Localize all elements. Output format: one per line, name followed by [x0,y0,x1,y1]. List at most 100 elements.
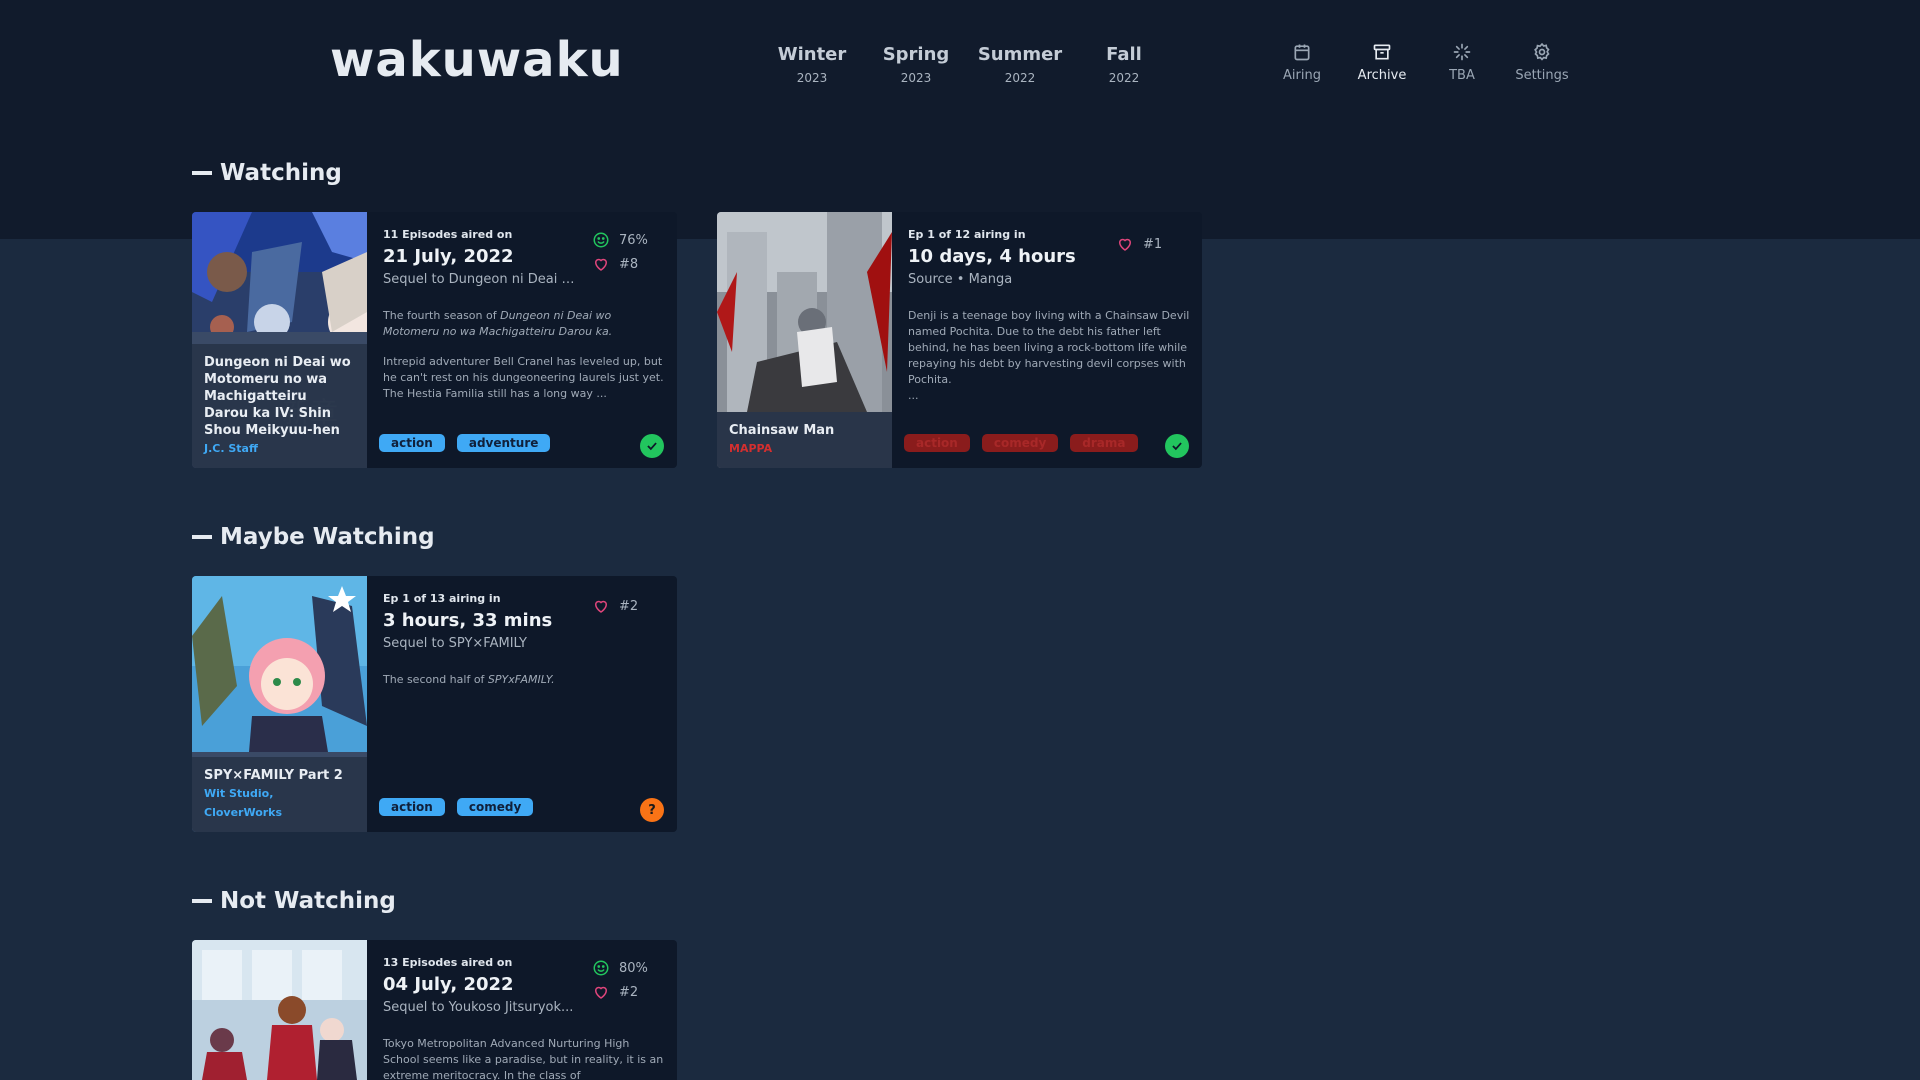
popularity-rank: #1 [1143,236,1163,252]
stats: #2 [592,594,638,618]
genre-tags: action comedy drama [904,434,1150,452]
poster-caption: Chainsaw Man MAPPA [717,412,892,468]
source-info: Source • Manga [908,272,1013,287]
section-watching-header[interactable]: Watching [192,160,342,186]
studio-link[interactable]: Wit Studio, [204,784,355,803]
check-icon [647,442,657,451]
section-not-watching-header[interactable]: Not Watching [192,888,396,914]
stats: 76% #8 [592,228,648,276]
popularity-stat: #2 [592,594,638,618]
desc-text: The fourth season of [383,309,501,322]
watch-status-button[interactable]: ? [640,798,664,822]
gear-icon [1534,42,1550,61]
season-year: 2023 [900,71,932,85]
heart-icon [594,258,608,271]
poster[interactable]: 新章 Dungeon ni Deai wo Motomeru no wa Mac… [192,212,367,468]
season-year: 2022 [1004,71,1036,85]
season-spring-2023[interactable]: Spring 2023 [864,44,968,85]
nav-label: Airing [1283,68,1321,83]
description: The fourth season of Dungeon ni Deai wo … [383,308,668,416]
watch-status-button[interactable] [1165,434,1189,458]
season-winter-2023[interactable]: Winter 2023 [760,44,864,85]
nav-airing[interactable]: Airing [1262,42,1342,83]
nav-label: Settings [1515,68,1569,83]
heart-icon [1118,238,1132,251]
score-stat: 80% [592,956,648,980]
poster[interactable]: Chainsaw Man MAPPA [717,212,892,468]
heart-icon [594,600,608,613]
season-fall-2022[interactable]: Fall 2022 [1072,44,1176,85]
smile-icon [593,232,609,248]
poster[interactable] [192,940,367,1080]
app-logo[interactable]: wakuwaku [330,32,624,88]
anime-card-danmachi[interactable]: 新章 Dungeon ni Deai wo Motomeru no wa Mac… [192,212,677,468]
studio-link[interactable]: J.C. Staff [204,439,355,458]
genre-tag[interactable]: action [904,434,970,452]
season-name: Winter [777,44,847,65]
score-value: 80% [619,960,648,976]
anime-card-classroom-elite[interactable]: 13 Episodes aired on 04 July, 2022 Seque… [192,940,677,1080]
season-summer-2022[interactable]: Summer 2022 [968,44,1072,85]
anime-title: SPY×FAMILY Part 2 [204,768,343,783]
collapse-dash-icon [192,535,212,539]
collapse-dash-icon [192,171,212,175]
watch-status-button[interactable] [640,434,664,458]
sequel-info[interactable]: Sequel to Youkoso Jitsuryok... [383,1000,583,1015]
loader-icon [1453,43,1471,61]
genre-tags: action comedy [379,798,545,816]
genre-tag[interactable]: adventure [456,434,551,452]
season-year: 2023 [796,71,828,85]
sequel-info[interactable]: Sequel to SPY×FAMILY [383,636,583,651]
nav-settings[interactable]: Settings [1502,42,1582,83]
desc-title: SPYxFAMILY. [487,673,555,686]
popularity-stat: #8 [592,252,648,276]
genre-tag[interactable]: action [379,798,445,816]
genre-tag[interactable]: comedy [981,434,1059,452]
nav-label: Archive [1357,68,1407,83]
archive-icon [1373,44,1391,60]
genre-tag[interactable]: action [379,434,445,452]
genre-tags: action adventure [379,434,562,452]
description: The second half of SPYxFAMILY. [383,672,668,702]
heart-icon [594,986,608,999]
calendar-icon [1294,44,1310,61]
section-maybe-watching-header[interactable]: Maybe Watching [192,524,435,550]
popularity-stat: #2 [592,980,648,1004]
studio-link[interactable]: MAPPA [729,439,880,458]
anime-title: Chainsaw Man [729,423,835,438]
anime-title: Dungeon ni Deai wo Motomeru no wa Machig… [204,355,351,438]
popularity-stat: #1 [1116,232,1162,256]
description-para-2: Intrepid adventurer Bell Cranel has leve… [383,355,664,400]
studio-link[interactable]: CloverWorks [204,803,355,822]
poster-image [192,940,367,1080]
score-value: 76% [619,232,648,248]
description-para-1: The fourth season of Dungeon ni Deai wo … [383,308,668,340]
nav-tba[interactable]: TBA [1422,42,1502,83]
popularity-rank: #2 [619,984,639,1000]
nav-archive[interactable]: Archive [1342,42,1422,83]
desc-text: The second half of [383,673,488,686]
description-para-1: The second half of SPYxFAMILY. [383,672,668,688]
poster-caption: SPY×FAMILY Part 2 Wit Studio, CloverWork… [192,757,367,832]
season-name: Fall [1106,44,1142,65]
stats: #1 [1116,232,1162,256]
anime-card-chainsaw-man[interactable]: Chainsaw Man MAPPA Ep 1 of 12 airing in … [717,212,1202,468]
section-title: Not Watching [220,888,396,914]
smile-icon [593,960,609,976]
check-icon [1172,442,1182,451]
main-nav: Airing Archive TBA Settings [1262,42,1582,83]
description-more: ... [908,389,919,402]
genre-tag[interactable]: comedy [456,798,534,816]
popularity-rank: #8 [619,256,639,272]
anime-card-spy-family[interactable]: SPY×FAMILY Part 2 Wit Studio, CloverWork… [192,576,677,832]
genre-tag[interactable]: drama [1070,434,1138,452]
description: Denji is a teenage boy living with a Cha… [908,308,1193,418]
top-bar: wakuwaku Winter 2023 Spring 2023 Summer … [0,0,1920,110]
sequel-info[interactable]: Sequel to Dungeon ni Deai w... [383,272,583,287]
season-year: 2022 [1108,71,1140,85]
season-name: Spring [882,44,950,65]
description: Tokyo Metropolitan Advanced Nurturing Hi… [383,1036,668,1080]
stats: 80% #2 [592,956,648,1004]
section-title: Maybe Watching [220,524,435,550]
poster[interactable]: SPY×FAMILY Part 2 Wit Studio, CloverWork… [192,576,367,832]
